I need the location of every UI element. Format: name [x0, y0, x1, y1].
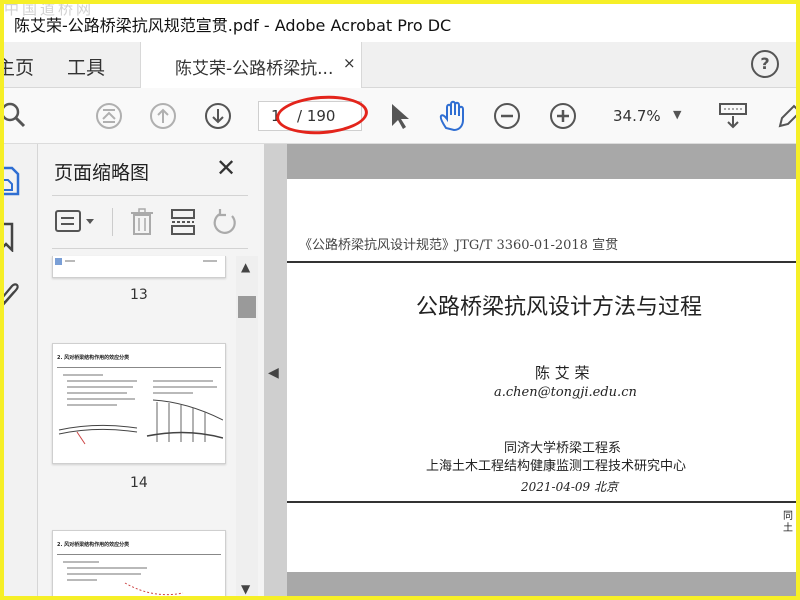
thumbnail-text-line	[67, 573, 141, 575]
select-arrow-icon[interactable]	[389, 102, 411, 130]
author-email: a.chen@tongji.edu.cn	[494, 385, 637, 400]
thumbnail-scrollbar[interactable]: ▲ ▼	[236, 256, 258, 600]
close-icon[interactable]: ✕	[216, 154, 236, 182]
chevron-down-icon[interactable]: ▼	[673, 108, 681, 121]
prev-page-icon[interactable]	[149, 102, 177, 130]
document-tab[interactable]: 陈艾荣-公路桥梁抗... ×	[140, 42, 362, 88]
window-title: 陈艾荣-公路桥梁抗风规范宣贯.pdf - Adobe Acrobat Pro D…	[14, 16, 452, 35]
author-name: 陈 艾 荣	[535, 364, 590, 382]
page-thumbnail[interactable]	[52, 256, 226, 278]
first-page-icon[interactable]	[95, 102, 123, 130]
delete-icon[interactable]	[130, 208, 154, 236]
zoom-dropdown[interactable]: 34.7% ▼	[603, 101, 693, 131]
menu-row: 主页 工具 陈艾荣-公路桥梁抗... ×	[0, 42, 800, 88]
thumbnail-text-line	[153, 380, 213, 382]
title-bar: 中国道桥网 陈艾荣-公路桥梁抗风规范宣贯.pdf - Adobe Acrobat…	[0, 0, 800, 42]
document-title: 公路桥梁抗风设计方法与过程	[416, 295, 703, 320]
affiliation-1: 同济大学桥梁工程系	[504, 441, 622, 456]
thumbnail-text-line	[203, 260, 217, 262]
toolbar-divider	[112, 208, 113, 236]
keyboard-icon[interactable]	[718, 102, 748, 130]
panel-title: 页面缩略图	[54, 162, 150, 184]
document-header: 《公路桥梁抗风设计规范》JTG/T 3360-01-2018 宣贯	[299, 238, 619, 253]
presentation-date: 2021-04-09 北京	[521, 480, 619, 494]
search-icon[interactable]	[2, 100, 28, 130]
thumbnail-text-line	[63, 374, 103, 376]
zoom-out-icon[interactable]	[493, 102, 521, 130]
thumbnail-text-line	[67, 567, 147, 569]
zoom-value[interactable]: 34.7%	[613, 107, 661, 125]
hand-icon[interactable]	[438, 100, 468, 132]
footer-text: 土	[783, 523, 793, 534]
logo-mark	[55, 258, 62, 265]
page-thumbnail[interactable]: 2. 风对桥梁结构作用的效应分类	[52, 343, 226, 464]
pen-icon[interactable]	[776, 102, 800, 130]
thumbnail-text-line	[153, 386, 217, 388]
thumbnail-text-line	[63, 561, 99, 563]
divider	[52, 195, 248, 196]
thumbnail-number: 14	[130, 475, 148, 491]
bridge-diagram	[58, 399, 223, 445]
zoom-in-icon[interactable]	[549, 102, 577, 130]
scroll-up-icon[interactable]: ▲	[241, 260, 250, 274]
thumbnail-text-line	[67, 386, 133, 388]
navigation-rail	[0, 144, 38, 600]
rotate-icon[interactable]	[212, 208, 238, 236]
thumbnail-text-line	[67, 380, 137, 382]
pdf-page: 《公路桥梁抗风设计规范》JTG/T 3360-01-2018 宣贯 公路桥梁抗风…	[287, 179, 800, 572]
thumbnail-text-line	[67, 579, 97, 581]
thumbnail-panel: 页面缩略图 ✕ 13 2. 风对桥梁结构作用的效应分类 14 2. 风对桥梁结构…	[38, 144, 264, 600]
insert-icon[interactable]	[170, 208, 196, 236]
home-tab[interactable]: 主页	[0, 53, 34, 80]
header-rule	[287, 261, 800, 263]
page-thumbnail[interactable]: 2. 风对桥梁结构作用的效应分类	[52, 530, 226, 600]
collapse-panel-icon[interactable]: ◀	[268, 365, 279, 381]
help-button[interactable]: ?	[751, 50, 779, 78]
thumbnail-heading: 2. 风对桥梁结构作用的效应分类	[57, 542, 130, 548]
thumbnail-figure	[124, 582, 219, 600]
tools-tab[interactable]: 工具	[67, 53, 105, 80]
thumbnail-text-line	[65, 260, 75, 262]
thumbnail-rule	[57, 367, 221, 368]
affiliation-2: 上海土木工程结构健康监测工程技术研究中心	[426, 459, 687, 474]
pages-icon[interactable]	[0, 166, 22, 196]
next-page-edge	[287, 572, 800, 600]
document-tab-label: 陈艾荣-公路桥梁抗...	[175, 59, 334, 79]
scroll-down-icon[interactable]: ▼	[241, 582, 250, 596]
footer-rule	[287, 501, 800, 503]
previous-page-edge	[287, 144, 800, 179]
bookmark-icon[interactable]	[0, 222, 18, 252]
divider	[52, 248, 248, 249]
thumbnail-number: 13	[130, 287, 148, 303]
close-tab-icon[interactable]: ×	[343, 54, 356, 72]
scrollbar-thumb[interactable]	[238, 296, 256, 318]
thumbnail-rule	[57, 554, 221, 555]
options-icon[interactable]	[54, 208, 98, 234]
attachment-icon[interactable]	[0, 280, 22, 310]
thumbnail-heading: 2. 风对桥梁结构作用的效应分类	[57, 355, 130, 361]
next-page-icon[interactable]	[204, 102, 232, 130]
